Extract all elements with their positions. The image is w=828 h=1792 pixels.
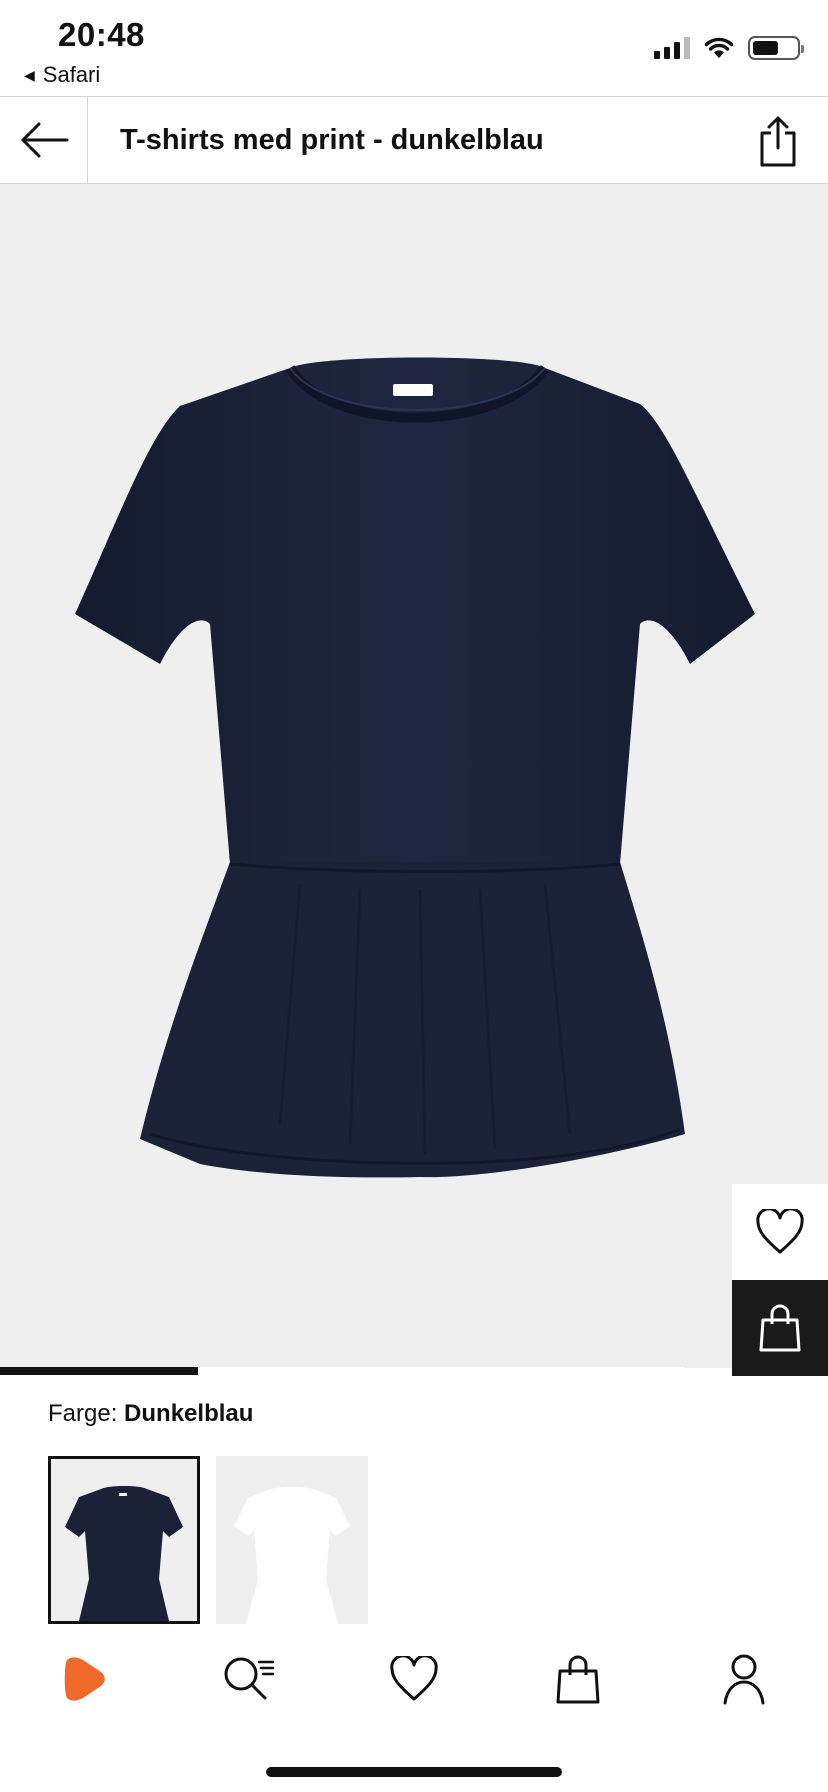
product-header: T-shirts med print - dunkelblau	[0, 96, 828, 184]
share-button[interactable]	[758, 115, 798, 167]
status-bar: 20:48 ◀ Safari	[0, 0, 828, 96]
image-carousel-progress	[0, 1367, 684, 1375]
search-list-icon	[224, 1657, 275, 1700]
product-image-carousel[interactable]	[0, 184, 828, 1368]
back-button[interactable]	[0, 97, 88, 183]
cellular-signal-icon	[654, 37, 690, 59]
back-app-label: Safari	[42, 62, 101, 87]
share-icon	[760, 116, 796, 167]
bottom-navigation	[0, 1625, 828, 1792]
heart-icon	[390, 1656, 438, 1701]
swatch-image	[65, 1486, 183, 1621]
wifi-icon	[704, 37, 734, 58]
status-icons	[654, 36, 804, 60]
add-to-bag-button[interactable]	[732, 1280, 828, 1376]
brand-logo-icon	[64, 1657, 105, 1701]
add-to-wishlist-button[interactable]	[732, 1184, 828, 1280]
home-indicator	[266, 1767, 562, 1777]
heart-icon	[756, 1209, 804, 1254]
arrow-left-icon	[21, 122, 68, 158]
color-swatches	[48, 1456, 368, 1624]
shopping-bag-icon	[759, 1304, 801, 1352]
user-icon	[723, 1654, 765, 1705]
color-label: Farge:	[48, 1400, 118, 1427]
nav-wishlist[interactable]	[384, 1649, 444, 1709]
battery-icon	[748, 36, 804, 60]
color-value: Dunkelblau	[124, 1400, 254, 1427]
nav-bag[interactable]	[548, 1649, 608, 1709]
color-info: Farge: Dunkelblau	[48, 1400, 253, 1428]
nav-search[interactable]	[218, 1649, 278, 1709]
nav-home[interactable]	[52, 1649, 112, 1709]
shopping-bag-icon	[556, 1655, 600, 1704]
nav-account[interactable]	[714, 1649, 774, 1709]
back-triangle-icon: ◀	[24, 66, 35, 83]
color-swatch-dunkelblau[interactable]	[48, 1456, 200, 1624]
product-image	[75, 357, 755, 1178]
page-title: T-shirts med print - dunkelblau	[120, 124, 544, 156]
color-swatch-white[interactable]	[216, 1456, 368, 1624]
back-to-app-link[interactable]: ◀ Safari	[24, 62, 100, 88]
progress-fill	[0, 1367, 199, 1375]
swatch-image	[234, 1487, 350, 1624]
status-time: 20:48	[58, 16, 145, 53]
